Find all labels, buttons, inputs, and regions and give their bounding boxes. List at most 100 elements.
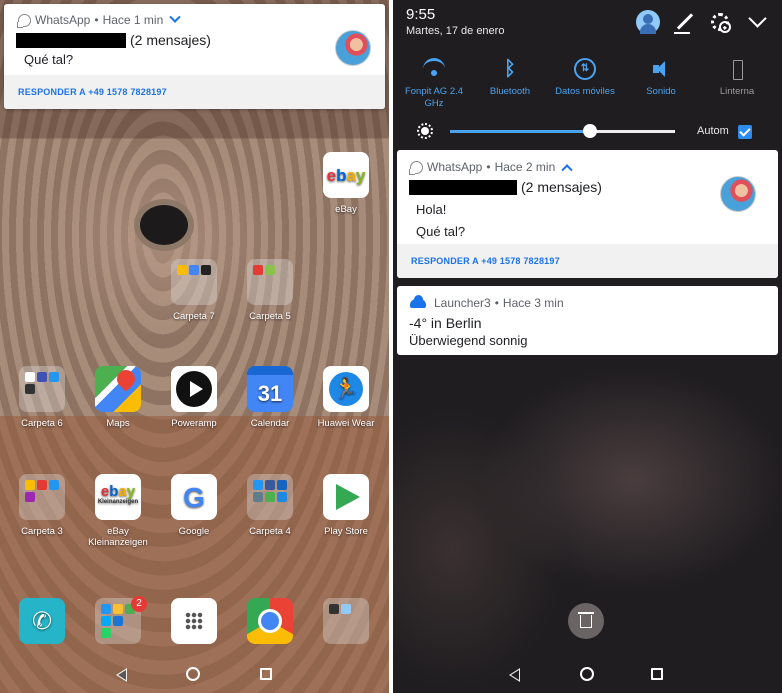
brightness-slider-thumb[interactable] (582, 124, 597, 138)
message-text: Qué tal? (24, 52, 74, 67)
contact-avatar (335, 30, 371, 66)
reply-action-button[interactable]: RESPONDER A +49 1578 7828197 (4, 75, 385, 109)
message-text: Hola! (416, 202, 447, 217)
app-label: eBay (335, 204, 357, 215)
home-icon[interactable] (580, 667, 594, 681)
google-icon: G (171, 474, 217, 520)
auto-brightness-label: Autom (697, 125, 729, 137)
expand-chevron-icon[interactable] (169, 11, 181, 23)
navigation-bar (393, 655, 782, 693)
weather-title: -4° in Berlin (409, 315, 482, 331)
notification-time: Hace 3 min (502, 296, 564, 310)
launcher3-weather-notification[interactable]: Launcher3 • Hace 3 min -4° in Berlin Übe… (397, 286, 778, 355)
auto-brightness-checkbox[interactable] (738, 125, 752, 139)
app-ebay[interactable]: ebay eBay (311, 152, 381, 215)
sound-icon (650, 58, 672, 80)
reply-action-button[interactable]: RESPONDER A +49 1578 7828197 (397, 244, 778, 278)
app-huawei-wear[interactable]: 🏃 Huawei Wear (311, 366, 381, 429)
unread-badge: 2 (131, 596, 147, 612)
app-label: eBay Kleinanzeigen (88, 526, 148, 548)
qs-label: Linterna (719, 86, 755, 97)
app-folder-carpeta-3[interactable]: Carpeta 3 (7, 474, 77, 537)
weather-text: Überwiegend sonnig (409, 333, 528, 348)
user-icon[interactable] (636, 10, 660, 34)
dock-phone[interactable]: ✆ (7, 598, 77, 650)
contact-avatar (720, 176, 756, 212)
app-folder-carpeta-6[interactable]: Carpeta 6 (7, 366, 77, 429)
notification-app-name: WhatsApp (35, 13, 91, 27)
qs-flashlight[interactable]: Linterna (700, 58, 774, 98)
navigation-bar (0, 655, 389, 693)
collapse-chevron-icon[interactable] (746, 10, 770, 34)
whatsapp-icon (409, 160, 423, 175)
app-google[interactable]: G Google (159, 474, 229, 537)
qs-wifi[interactable]: Fonpit AG 2.4 GHz (397, 58, 471, 110)
notification-time: Hace 1 min (102, 13, 164, 27)
app-label: Carpeta 6 (21, 418, 63, 429)
brightness-slider-fill (450, 130, 590, 133)
dock-messages-folder[interactable]: 2 (83, 596, 153, 650)
folder-icon (171, 259, 217, 305)
folder-icon (19, 366, 65, 412)
dock-app-drawer[interactable] (159, 598, 229, 650)
app-label: Carpeta 7 (173, 311, 215, 322)
collapse-chevron-icon[interactable] (561, 164, 573, 176)
back-icon[interactable] (116, 668, 127, 682)
recent-apps-icon[interactable] (651, 668, 663, 680)
app-label: Carpeta 5 (249, 311, 291, 322)
calendar-icon: 31 (247, 366, 293, 412)
notification-app-name: WhatsApp (427, 160, 483, 174)
play-store-icon (323, 474, 369, 520)
brightness-icon (417, 123, 433, 139)
edit-icon[interactable] (673, 10, 697, 34)
app-maps[interactable]: Maps (83, 366, 153, 429)
chrome-icon (247, 598, 293, 644)
notification-shade: 9:55 Martes, 17 de enero Fonpit AG 2.4 G… (393, 0, 782, 693)
app-play-store[interactable]: Play Store (311, 474, 381, 537)
wifi-icon (423, 58, 445, 80)
redacted-sender-name (409, 179, 517, 195)
back-icon[interactable] (509, 668, 520, 682)
notification-time: Hace 2 min (494, 160, 556, 174)
whatsapp-heads-up-notification[interactable]: WhatsApp • Hace 1 min (2 mensajes) Qué t… (4, 4, 385, 109)
app-label: Maps (106, 418, 130, 429)
app-label: Poweramp (171, 418, 217, 429)
folder-icon (19, 474, 65, 520)
app-label: Play Store (324, 526, 368, 537)
app-label: Carpeta 4 (249, 526, 291, 537)
mobile-data-icon: ⇅ (574, 58, 596, 80)
app-folder-carpeta-7[interactable]: Carpeta 7 (159, 259, 229, 322)
clear-notifications-button[interactable] (568, 603, 604, 639)
message-text: Qué tal? (416, 224, 466, 239)
app-folder-carpeta-5[interactable]: Carpeta 5 (235, 259, 305, 322)
app-label: Calendar (250, 418, 290, 429)
app-calendar[interactable]: 31 Calendar (235, 366, 305, 429)
home-screen: WhatsApp • Hace 1 min (2 mensajes) Qué t… (0, 0, 389, 693)
notification-header: Launcher3 • Hace 3 min (410, 294, 564, 310)
qs-sound[interactable]: Sonido (624, 58, 698, 98)
dock-chrome[interactable] (235, 598, 305, 650)
notification-app-name: Launcher3 (434, 296, 491, 310)
app-label: Google (178, 526, 210, 537)
clock: 9:55 (406, 6, 436, 23)
qs-mobile-data[interactable]: ⇅ Datos móviles (548, 58, 622, 98)
qs-label: Fonpit AG 2.4 GHz (404, 86, 464, 109)
recent-apps-icon[interactable] (260, 668, 272, 680)
whatsapp-notification[interactable]: WhatsApp • Hace 2 min (2 mensajes) Hola!… (397, 150, 778, 278)
flashlight-icon (726, 58, 748, 80)
home-icon[interactable] (186, 667, 200, 681)
poweramp-icon (171, 366, 217, 412)
app-folder-carpeta-4[interactable]: Carpeta 4 (235, 474, 305, 537)
app-poweramp[interactable]: Poweramp (159, 366, 229, 429)
app-label: Huawei Wear (317, 418, 375, 429)
app-ebay-kleinanzeigen[interactable]: ebay Kleinanzeigen eBay Kleinanzeigen (83, 474, 153, 548)
settings-gear-icon[interactable] (711, 13, 731, 33)
dock-camera-folder[interactable] (311, 598, 381, 650)
notification-header: WhatsApp • Hace 1 min (17, 11, 181, 28)
app-label: Carpeta 3 (21, 526, 63, 537)
brightness-slider[interactable] (450, 124, 675, 138)
date: Martes, 17 de enero (406, 25, 505, 37)
notification-sender: (2 mensajes) (409, 179, 602, 195)
qs-bluetooth[interactable]: ᛒ Bluetooth (473, 58, 547, 98)
folder-icon (247, 259, 293, 305)
